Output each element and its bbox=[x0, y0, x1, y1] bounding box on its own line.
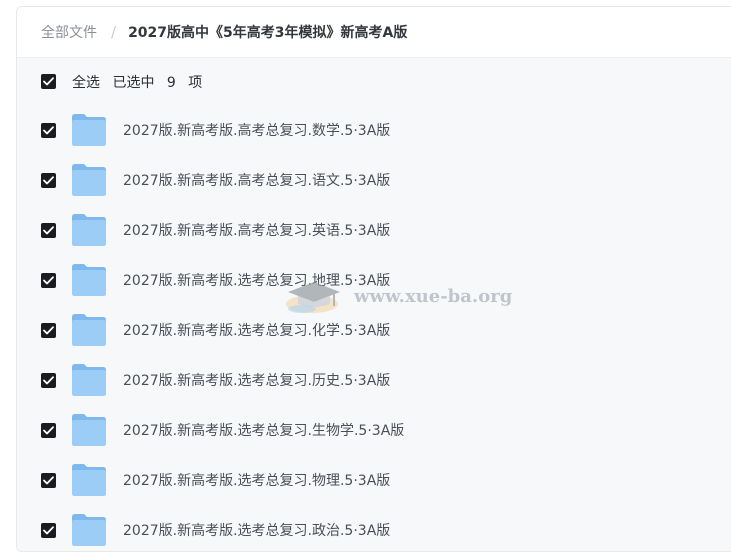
check-icon bbox=[43, 475, 54, 484]
file-checkbox[interactable] bbox=[41, 122, 56, 138]
file-name[interactable]: 2027版.新高考版.选考总复习.化学.5·3A版 bbox=[123, 320, 390, 340]
file-row[interactable]: 2027版.新高考版.选考总复习.政治.5·3A版 bbox=[17, 505, 731, 551]
file-row[interactable]: 2027版.新高考版.选考总复习.化学.5·3A版 bbox=[17, 305, 731, 355]
check-icon bbox=[43, 525, 54, 534]
check-icon bbox=[43, 275, 54, 284]
folder-icon[interactable] bbox=[71, 413, 107, 447]
selection-status: 全选 已选中 9 项 bbox=[72, 72, 210, 92]
file-row[interactable]: 2027版.新高考版.选考总复习.地理.5·3A版 bbox=[17, 255, 731, 305]
file-name[interactable]: 2027版.新高考版.选考总复习.地理.5·3A版 bbox=[123, 270, 390, 290]
file-row[interactable]: 2027版.新高考版.选考总复习.物理.5·3A版 bbox=[17, 455, 731, 505]
file-checkbox[interactable] bbox=[41, 422, 56, 438]
file-checkbox[interactable] bbox=[41, 372, 56, 388]
folder-icon[interactable] bbox=[71, 313, 107, 347]
folder-icon[interactable] bbox=[71, 163, 107, 197]
file-list: 全选 已选中 9 项 2027版.新高考版.高考总复习.数学.5·3A版 2027… bbox=[17, 58, 731, 551]
file-checkbox[interactable] bbox=[41, 172, 56, 188]
file-browser-panel: 全部文件 / 2027版高中《5年高考3年模拟》新高考A版 全选 已选中 9 项… bbox=[16, 6, 731, 552]
select-all-label: 全选 bbox=[72, 74, 100, 91]
check-icon bbox=[43, 425, 54, 434]
file-name[interactable]: 2027版.新高考版.高考总复习.英语.5·3A版 bbox=[123, 220, 390, 240]
file-row[interactable]: 2027版.新高考版.高考总复习.英语.5·3A版 bbox=[17, 205, 731, 255]
file-row[interactable]: 2027版.新高考版.高考总复习.语文.5·3A版 bbox=[17, 155, 731, 205]
folder-icon[interactable] bbox=[71, 263, 107, 297]
folder-icon[interactable] bbox=[71, 363, 107, 397]
breadcrumb-current-folder: 2027版高中《5年高考3年模拟》新高考A版 bbox=[128, 25, 408, 41]
check-icon bbox=[43, 77, 54, 86]
selected-count: 9 bbox=[166, 74, 176, 91]
check-icon bbox=[43, 125, 54, 134]
folder-icon[interactable] bbox=[71, 513, 107, 547]
select-all-checkbox[interactable] bbox=[41, 74, 56, 89]
file-row[interactable]: 2027版.新高考版.选考总复习.生物学.5·3A版 bbox=[17, 405, 731, 455]
folder-icon[interactable] bbox=[71, 213, 107, 247]
breadcrumb: 全部文件 / 2027版高中《5年高考3年模拟》新高考A版 bbox=[17, 7, 731, 58]
breadcrumb-separator: / bbox=[111, 23, 117, 41]
file-name[interactable]: 2027版.新高考版.选考总复习.政治.5·3A版 bbox=[123, 520, 390, 540]
file-name[interactable]: 2027版.新高考版.选考总复习.历史.5·3A版 bbox=[123, 370, 390, 390]
file-checkbox[interactable] bbox=[41, 522, 56, 538]
file-name[interactable]: 2027版.新高考版.选考总复习.生物学.5·3A版 bbox=[123, 420, 404, 440]
folder-icon[interactable] bbox=[71, 113, 107, 147]
file-checkbox[interactable] bbox=[41, 272, 56, 288]
file-name[interactable]: 2027版.新高考版.高考总复习.语文.5·3A版 bbox=[123, 170, 390, 190]
check-icon bbox=[43, 325, 54, 334]
breadcrumb-root-link[interactable]: 全部文件 bbox=[41, 22, 97, 42]
selected-prefix: 已选中 bbox=[112, 74, 155, 91]
file-checkbox[interactable] bbox=[41, 222, 56, 238]
file-name[interactable]: 2027版.新高考版.选考总复习.物理.5·3A版 bbox=[123, 470, 390, 490]
file-checkbox[interactable] bbox=[41, 472, 56, 488]
select-all-bar: 全选 已选中 9 项 bbox=[17, 58, 731, 105]
folder-icon[interactable] bbox=[71, 463, 107, 497]
selected-suffix: 项 bbox=[188, 74, 203, 91]
check-icon bbox=[43, 175, 54, 184]
file-name[interactable]: 2027版.新高考版.高考总复习.数学.5·3A版 bbox=[123, 120, 390, 140]
file-checkbox[interactable] bbox=[41, 322, 56, 338]
check-icon bbox=[43, 225, 54, 234]
file-row[interactable]: 2027版.新高考版.选考总复习.历史.5·3A版 bbox=[17, 355, 731, 405]
check-icon bbox=[43, 375, 54, 384]
file-row[interactable]: 2027版.新高考版.高考总复习.数学.5·3A版 bbox=[17, 105, 731, 155]
